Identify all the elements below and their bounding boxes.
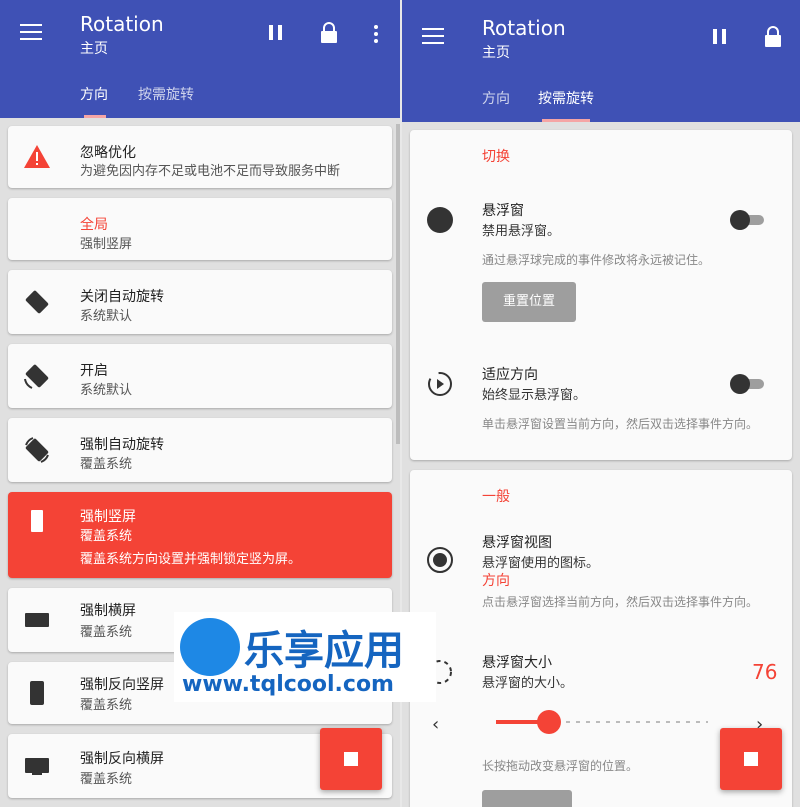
default-button[interactable] [482, 790, 572, 807]
lock-icon[interactable] [320, 22, 338, 44]
warning-icon [24, 145, 50, 168]
force-portrait-item[interactable]: 强制竖屏 覆盖系统 覆盖系统方向设置并强制锁定竖为屏。 [8, 492, 392, 578]
tab-on-demand[interactable]: 按需旋转 [138, 84, 194, 104]
adapt-orientation-switch[interactable] [730, 374, 766, 394]
app-title: Rotation [482, 16, 566, 40]
portrait-icon [31, 510, 43, 532]
pause-icon[interactable] [268, 24, 284, 42]
floating-view-title: 悬浮窗视图 [482, 535, 552, 551]
floating-window-hint: 通过悬浮球完成的事件修改将永远被记住。 [482, 253, 711, 267]
item-title: 全局 [80, 217, 108, 233]
floating-view-hint: 点击悬浮窗选择当前方向，然后双击选择事件方向。 [482, 595, 759, 609]
item-title: 强制横屏 [80, 603, 136, 619]
item-title: 关闭自动旋转 [80, 289, 164, 305]
auto-rotate-off-item[interactable]: 关闭自动旋转 系统默认 [8, 270, 392, 334]
floating-window-summary: 禁用悬浮窗。 [482, 224, 561, 239]
ignore-optimization-item[interactable]: 忽略优化 为避免因内存不足或电池不足而导致服务中断 [8, 126, 392, 188]
watermark-url: www.tqlcool.com [182, 672, 394, 697]
scrollbar[interactable] [396, 124, 400, 444]
item-description: 覆盖系统方向设置并强制锁定竖为屏。 [80, 552, 302, 567]
size-slider[interactable] [496, 710, 708, 734]
watermark-logo-icon [180, 618, 240, 676]
adapt-orientation-icon [428, 372, 452, 396]
floating-window-title: 悬浮窗 [482, 203, 524, 219]
app-title: Rotation [80, 12, 164, 36]
item-title: 强制反向横屏 [80, 751, 164, 767]
item-summary: 系统默认 [80, 383, 133, 398]
item-summary: 覆盖系统 [80, 625, 133, 640]
tab-orientation[interactable]: 方向 [80, 84, 108, 104]
item-summary: 覆盖系统 [80, 698, 133, 713]
watermark-cn: 乐享应用 [244, 628, 404, 674]
adapt-orientation-title: 适应方向 [482, 367, 538, 383]
tab-on-demand[interactable]: 按需旋转 [538, 88, 594, 108]
reverse-portrait-icon [30, 681, 44, 705]
stop-icon [744, 752, 758, 766]
floating-view-summary: 悬浮窗使用的图标。 [482, 556, 600, 571]
item-title: 强制反向竖屏 [80, 677, 164, 693]
item-title: 强制自动旋转 [80, 437, 164, 453]
right-screen: Rotation 主页 方向 按需旋转 切换 悬浮窗 禁用悬浮窗。 通过悬浮球完… [402, 0, 800, 807]
landscape-icon [25, 613, 49, 627]
tab-indicator [84, 115, 106, 118]
reverse-landscape-icon [25, 758, 49, 775]
force-rotation-icon [25, 437, 49, 463]
stop-icon [344, 752, 358, 766]
global-item[interactable]: 全局 强制竖屏 [8, 198, 392, 260]
reset-position-button[interactable]: 重置位置 [482, 282, 576, 322]
lock-icon[interactable] [764, 26, 782, 48]
slider-prev-icon[interactable]: ‹ [432, 714, 439, 735]
item-summary: 强制竖屏 [80, 237, 133, 252]
on-item[interactable]: 开启 系统默认 [8, 344, 392, 408]
item-summary: 覆盖系统 [80, 529, 133, 544]
tab-indicator [542, 119, 590, 122]
tab-orientation[interactable]: 方向 [482, 88, 510, 108]
item-title: 开启 [80, 363, 108, 379]
item-title: 强制竖屏 [80, 509, 136, 525]
adapt-orientation-summary: 始终显示悬浮窗。 [482, 388, 587, 403]
item-summary: 覆盖系统 [80, 772, 133, 787]
section-header: 切换 [482, 149, 510, 165]
rotation-lock-icon [25, 290, 49, 314]
item-summary: 覆盖系统 [80, 457, 133, 472]
app-bar: Rotation 主页 方向 按需旋转 [0, 0, 400, 118]
item-title: 忽略优化 [80, 145, 136, 161]
app-subtitle: 主页 [80, 41, 108, 57]
floating-view-value: 方向 [482, 573, 510, 589]
app-bar: Rotation 主页 方向 按需旋转 [402, 0, 800, 122]
menu-icon[interactable] [20, 24, 44, 42]
adapt-orientation-hint: 单击悬浮窗设置当前方向，然后双击选择事件方向。 [482, 417, 759, 431]
stop-fab[interactable] [720, 728, 782, 790]
radio-view-icon [427, 547, 453, 573]
toggle-card: 切换 悬浮窗 禁用悬浮窗。 通过悬浮球完成的事件修改将永远被记住。 重置位置 适… [410, 130, 792, 460]
section-header: 一般 [482, 489, 510, 505]
floating-size-value: 76 [752, 660, 778, 684]
floating-size-title: 悬浮窗大小 [482, 655, 552, 671]
item-summary: 系统默认 [80, 309, 133, 324]
slider-thumb[interactable] [537, 710, 561, 734]
stop-fab[interactable] [320, 728, 382, 790]
item-summary: 为避免因内存不足或电池不足而导致服务中断 [80, 164, 341, 179]
force-auto-rotate-item[interactable]: 强制自动旋转 覆盖系统 [8, 418, 392, 482]
menu-icon[interactable] [422, 28, 446, 46]
watermark: 乐享应用 www.tqlcool.com [174, 612, 436, 702]
app-subtitle: 主页 [482, 45, 510, 61]
screen-rotation-icon [24, 364, 49, 389]
pause-icon[interactable] [712, 28, 728, 46]
more-vert-icon[interactable] [372, 24, 380, 44]
floating-window-switch[interactable] [730, 210, 766, 230]
circle-icon [427, 207, 453, 233]
floating-size-summary: 悬浮窗的大小。 [482, 676, 574, 691]
